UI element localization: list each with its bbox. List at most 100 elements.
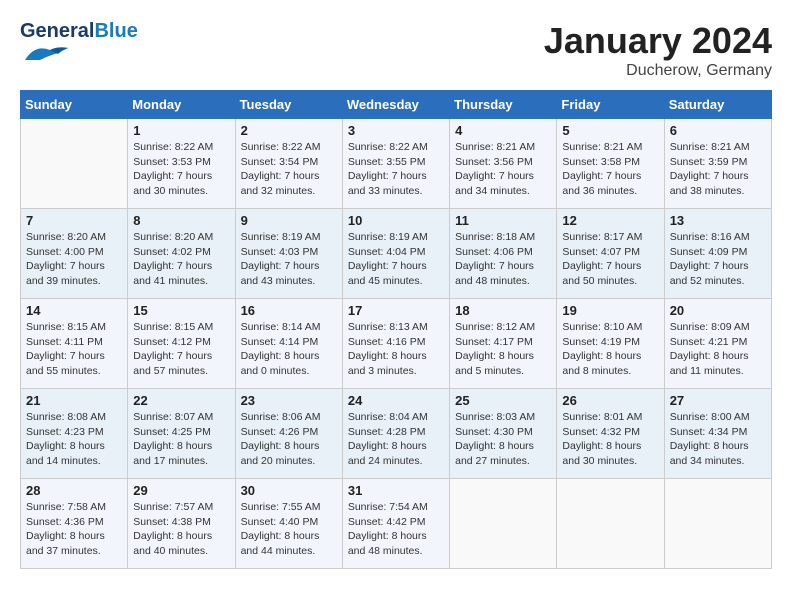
day-info: Sunrise: 7:58 AMSunset: 4:36 PMDaylight:…	[26, 500, 122, 559]
day-info: Sunrise: 8:19 AMSunset: 4:03 PMDaylight:…	[241, 230, 337, 289]
day-info: Sunrise: 8:21 AMSunset: 3:56 PMDaylight:…	[455, 140, 551, 199]
day-info: Sunrise: 7:57 AMSunset: 4:38 PMDaylight:…	[133, 500, 229, 559]
day-number: 19	[562, 303, 658, 318]
calendar-cell: 20 Sunrise: 8:09 AMSunset: 4:21 PMDayligh…	[664, 299, 771, 389]
day-info: Sunrise: 8:12 AMSunset: 4:17 PMDaylight:…	[455, 320, 551, 379]
day-number: 18	[455, 303, 551, 318]
logo-blue-text: Blue	[94, 20, 137, 42]
day-number: 5	[562, 123, 658, 138]
calendar-cell: 25 Sunrise: 8:03 AMSunset: 4:30 PMDayligh…	[450, 389, 557, 479]
day-header-sunday: Sunday	[21, 91, 128, 119]
day-info: Sunrise: 8:22 AMSunset: 3:53 PMDaylight:…	[133, 140, 229, 199]
day-header-tuesday: Tuesday	[235, 91, 342, 119]
calendar-cell: 4 Sunrise: 8:21 AMSunset: 3:56 PMDaylight…	[450, 119, 557, 209]
day-number: 24	[348, 393, 444, 408]
day-number: 17	[348, 303, 444, 318]
day-number: 20	[670, 303, 766, 318]
day-info: Sunrise: 8:10 AMSunset: 4:19 PMDaylight:…	[562, 320, 658, 379]
day-info: Sunrise: 8:15 AMSunset: 4:12 PMDaylight:…	[133, 320, 229, 379]
day-info: Sunrise: 8:21 AMSunset: 3:59 PMDaylight:…	[670, 140, 766, 199]
day-number: 27	[670, 393, 766, 408]
day-info: Sunrise: 8:22 AMSunset: 3:54 PMDaylight:…	[241, 140, 337, 199]
day-info: Sunrise: 8:03 AMSunset: 4:30 PMDaylight:…	[455, 410, 551, 469]
calendar-cell: 19 Sunrise: 8:10 AMSunset: 4:19 PMDayligh…	[557, 299, 664, 389]
calendar-cell: 16Sunrise: 8:14 AMSunset: 4:14 PMDayligh…	[235, 299, 342, 389]
day-info: Sunrise: 8:01 AMSunset: 4:32 PMDaylight:…	[562, 410, 658, 469]
calendar-cell: 31 Sunrise: 7:54 AMSunset: 4:42 PMDayligh…	[342, 479, 449, 569]
calendar-cell: 13Sunrise: 8:16 AMSunset: 4:09 PMDayligh…	[664, 209, 771, 299]
day-info: Sunrise: 8:18 AMSunset: 4:06 PMDaylight:…	[455, 230, 551, 289]
calendar-cell: 22 Sunrise: 8:07 AMSunset: 4:25 PMDayligh…	[128, 389, 235, 479]
day-number: 13	[670, 213, 766, 228]
day-info: Sunrise: 8:04 AMSunset: 4:28 PMDaylight:…	[348, 410, 444, 469]
day-info: Sunrise: 8:22 AMSunset: 3:55 PMDaylight:…	[348, 140, 444, 199]
day-number: 14	[26, 303, 122, 318]
calendar-cell: 7 Sunrise: 8:20 AMSunset: 4:00 PMDaylight…	[21, 209, 128, 299]
day-number: 21	[26, 393, 122, 408]
day-info: Sunrise: 8:07 AMSunset: 4:25 PMDaylight:…	[133, 410, 229, 469]
day-header-wednesday: Wednesday	[342, 91, 449, 119]
day-header-friday: Friday	[557, 91, 664, 119]
calendar-cell: 24 Sunrise: 8:04 AMSunset: 4:28 PMDayligh…	[342, 389, 449, 479]
calendar-table: SundayMondayTuesdayWednesdayThursdayFrid…	[20, 90, 772, 569]
day-number: 23	[241, 393, 337, 408]
day-info: Sunrise: 8:15 AMSunset: 4:11 PMDaylight:…	[26, 320, 122, 379]
calendar-cell: 29 Sunrise: 7:57 AMSunset: 4:38 PMDayligh…	[128, 479, 235, 569]
day-number: 31	[348, 483, 444, 498]
day-info: Sunrise: 8:06 AMSunset: 4:26 PMDaylight:…	[241, 410, 337, 469]
calendar-cell: 23 Sunrise: 8:06 AMSunset: 4:26 PMDayligh…	[235, 389, 342, 479]
calendar-cell: 26 Sunrise: 8:01 AMSunset: 4:32 PMDayligh…	[557, 389, 664, 479]
day-number: 10	[348, 213, 444, 228]
day-number: 9	[241, 213, 337, 228]
day-info: Sunrise: 8:20 AMSunset: 4:02 PMDaylight:…	[133, 230, 229, 289]
logo: GeneralBlue	[20, 20, 138, 69]
day-number: 2	[241, 123, 337, 138]
calendar-cell: 11 Sunrise: 8:18 AMSunset: 4:06 PMDayligh…	[450, 209, 557, 299]
day-info: Sunrise: 8:00 AMSunset: 4:34 PMDaylight:…	[670, 410, 766, 469]
calendar-cell: 12 Sunrise: 8:17 AMSunset: 4:07 PMDayligh…	[557, 209, 664, 299]
calendar-cell: 3 Sunrise: 8:22 AMSunset: 3:55 PMDaylight…	[342, 119, 449, 209]
day-header-saturday: Saturday	[664, 91, 771, 119]
page-header: GeneralBlue January 2024 Ducherow, Germa…	[20, 20, 772, 80]
day-number: 1	[133, 123, 229, 138]
calendar-cell	[450, 479, 557, 569]
day-number: 28	[26, 483, 122, 498]
calendar-cell: 15Sunrise: 8:15 AMSunset: 4:12 PMDayligh…	[128, 299, 235, 389]
calendar-cell: 21 Sunrise: 8:08 AMSunset: 4:23 PMDayligh…	[21, 389, 128, 479]
day-info: Sunrise: 8:08 AMSunset: 4:23 PMDaylight:…	[26, 410, 122, 469]
calendar-cell	[557, 479, 664, 569]
logo-bird-icon	[20, 42, 70, 64]
calendar-cell: 6 Sunrise: 8:21 AMSunset: 3:59 PMDaylight…	[664, 119, 771, 209]
day-number: 6	[670, 123, 766, 138]
calendar-cell: 14 Sunrise: 8:15 AMSunset: 4:11 PMDayligh…	[21, 299, 128, 389]
day-number: 4	[455, 123, 551, 138]
location-label: Ducherow, Germany	[544, 62, 772, 80]
day-number: 7	[26, 213, 122, 228]
day-number: 16	[241, 303, 337, 318]
calendar-cell: 9 Sunrise: 8:19 AMSunset: 4:03 PMDaylight…	[235, 209, 342, 299]
calendar-cell: 1 Sunrise: 8:22 AMSunset: 3:53 PMDaylight…	[128, 119, 235, 209]
day-number: 25	[455, 393, 551, 408]
calendar-cell: 5Sunrise: 8:21 AMSunset: 3:58 PMDaylight…	[557, 119, 664, 209]
day-number: 8	[133, 213, 229, 228]
day-info: Sunrise: 8:09 AMSunset: 4:21 PMDaylight:…	[670, 320, 766, 379]
day-number: 26	[562, 393, 658, 408]
day-number: 22	[133, 393, 229, 408]
calendar-cell	[664, 479, 771, 569]
day-info: Sunrise: 8:13 AMSunset: 4:16 PMDaylight:…	[348, 320, 444, 379]
calendar-cell: 2 Sunrise: 8:22 AMSunset: 3:54 PMDaylight…	[235, 119, 342, 209]
day-number: 11	[455, 213, 551, 228]
day-info: Sunrise: 8:20 AMSunset: 4:00 PMDaylight:…	[26, 230, 122, 289]
day-info: Sunrise: 8:17 AMSunset: 4:07 PMDaylight:…	[562, 230, 658, 289]
day-number: 12	[562, 213, 658, 228]
day-info: Sunrise: 8:19 AMSunset: 4:04 PMDaylight:…	[348, 230, 444, 289]
calendar-cell: 27 Sunrise: 8:00 AMSunset: 4:34 PMDayligh…	[664, 389, 771, 479]
calendar-cell: 28 Sunrise: 7:58 AMSunset: 4:36 PMDayligh…	[21, 479, 128, 569]
day-info: Sunrise: 7:54 AMSunset: 4:42 PMDaylight:…	[348, 500, 444, 559]
title-section: January 2024 Ducherow, Germany	[544, 20, 772, 80]
day-number: 3	[348, 123, 444, 138]
calendar-cell: 8 Sunrise: 8:20 AMSunset: 4:02 PMDaylight…	[128, 209, 235, 299]
day-number: 29	[133, 483, 229, 498]
logo-general-text: General	[20, 20, 94, 42]
day-number: 30	[241, 483, 337, 498]
